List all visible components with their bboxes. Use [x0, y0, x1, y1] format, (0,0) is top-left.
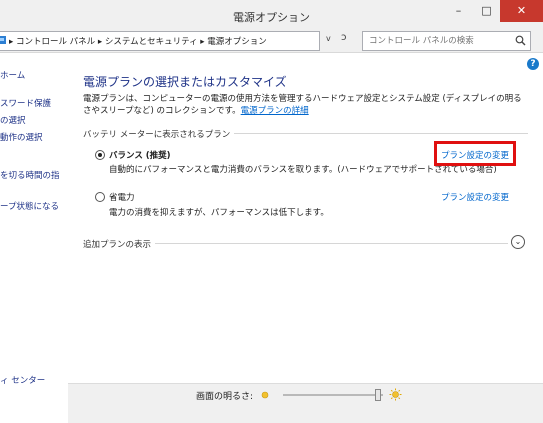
brightness-slider-track[interactable] [283, 394, 383, 396]
sidebar-item-home[interactable]: ホーム [0, 69, 25, 81]
refresh-button[interactable]: ↄ [341, 32, 347, 43]
plan-balanced-name[interactable]: バランス (推奨) [109, 149, 171, 161]
power-plan-details-link[interactable]: 電源プランの詳細 [241, 106, 309, 116]
sidebar-item-sleep[interactable]: ープ状態になる [0, 200, 59, 212]
plan-balanced-radio[interactable] [95, 150, 105, 160]
page-description: 電源プランは、コンピューターの電源の使用方法を管理するハードウェア設定とシステム… [83, 93, 528, 117]
minimize-button[interactable]: – [444, 0, 473, 22]
chevron-down-icon[interactable]: ⌄ [511, 235, 525, 249]
plan-powersaver-settings-link[interactable]: プラン設定の変更 [441, 191, 509, 203]
sun-small-icon [261, 391, 269, 399]
plan-powersaver-desc: 電力の消費を抑えますが、パフォーマンスは低下します。 [109, 208, 329, 218]
sidebar-item-display-off[interactable]: を切る時間の指 [0, 169, 60, 181]
sidebar-item-behavior[interactable]: 動作の選択 [0, 131, 43, 143]
search-box[interactable] [362, 31, 531, 51]
highlight-box [434, 141, 516, 166]
help-icon[interactable]: ? [527, 58, 539, 70]
search-icon[interactable] [515, 35, 526, 46]
sidebar-item-select[interactable]: の選択 [0, 114, 26, 126]
brightness-label: 画面の明るさ: [196, 392, 254, 402]
breadcrumb[interactable]: ▸ コントロール パネル ▸ システムとセキュリティ ▸ 電源オプション [9, 35, 267, 47]
close-button[interactable]: ✕ [500, 0, 543, 22]
address-bar: ▸ コントロール パネル ▸ システムとセキュリティ ▸ 電源オプション v ↄ [0, 30, 543, 53]
title-bar: 電源オプション – □ ✕ [0, 0, 543, 30]
section-label: バッテリ メーターに表示されるプラン [83, 128, 235, 140]
control-panel-icon [0, 36, 6, 44]
page-title: 電源プランの選択またはカスタマイズ [83, 75, 287, 89]
sun-large-icon [389, 388, 402, 401]
brightness-slider-thumb[interactable] [375, 389, 381, 401]
sidebar-item-password[interactable]: スワード保護 [0, 97, 51, 109]
maximize-button[interactable]: □ [473, 0, 500, 22]
brightness-bar [68, 383, 543, 423]
search-input[interactable] [367, 33, 511, 49]
plan-powersaver-name[interactable]: 省電力 [109, 191, 135, 203]
sidebar-item-center[interactable]: ィ センター [0, 374, 45, 386]
plan-powersaver-radio[interactable] [95, 192, 105, 202]
address-box[interactable]: ▸ コントロール パネル ▸ システムとセキュリティ ▸ 電源オプション [0, 31, 320, 51]
additional-plans-label[interactable]: 追加プランの表示 [83, 238, 156, 250]
address-dropdown-button[interactable]: v [326, 34, 331, 43]
